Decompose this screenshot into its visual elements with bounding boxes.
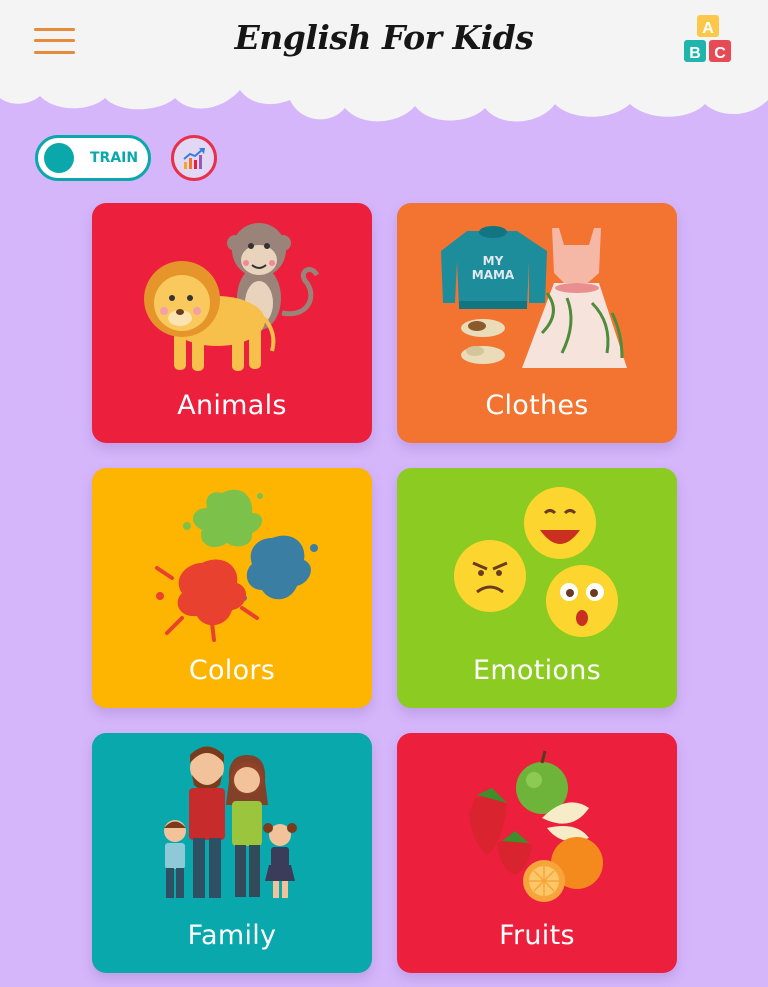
statistics-button[interactable]: [171, 135, 217, 181]
category-name: Colors: [188, 655, 276, 686]
lion-monkey-icon: [144, 223, 320, 371]
category-name: Fruits: [499, 920, 575, 951]
family-people-icon: [164, 746, 297, 898]
fruits-icon: [469, 750, 603, 902]
category-card-family[interactable]: Family: [92, 733, 372, 973]
category-name: Animals: [177, 390, 287, 421]
category-card-emotions[interactable]: Emotions: [397, 468, 677, 708]
app-header: English For Kids A B C: [0, 0, 768, 130]
abc-blocks-icon: A B C: [684, 15, 731, 62]
category-name: Family: [187, 920, 277, 951]
category-card-clothes[interactable]: MY MAMA Clothes: [397, 203, 677, 443]
paint-splash-icon: [155, 489, 318, 642]
category-card-fruits[interactable]: Fruits: [397, 733, 677, 973]
category-name: Emotions: [472, 655, 602, 686]
toggle-label: TRAIN: [90, 150, 139, 166]
category-card-animals[interactable]: Animals: [92, 203, 372, 443]
logo-letter-a: A: [702, 20, 714, 37]
logo-letter-c: C: [714, 45, 726, 62]
statistics-chart-icon: [183, 148, 205, 169]
train-play-toggle[interactable]: TRAIN: [35, 135, 151, 181]
app-title: English For Kids: [234, 18, 534, 57]
emoji-faces-icon: [454, 487, 618, 637]
toggle-knob: [44, 143, 74, 173]
category-card-colors[interactable]: Colors: [92, 468, 372, 708]
logo-letter-b: B: [689, 45, 701, 62]
svg-text:MAMA: MAMA: [472, 268, 515, 282]
sweater-dress-icon: MY MAMA: [441, 226, 627, 368]
category-name: Clothes: [485, 390, 589, 421]
svg-text:MY: MY: [483, 254, 504, 268]
